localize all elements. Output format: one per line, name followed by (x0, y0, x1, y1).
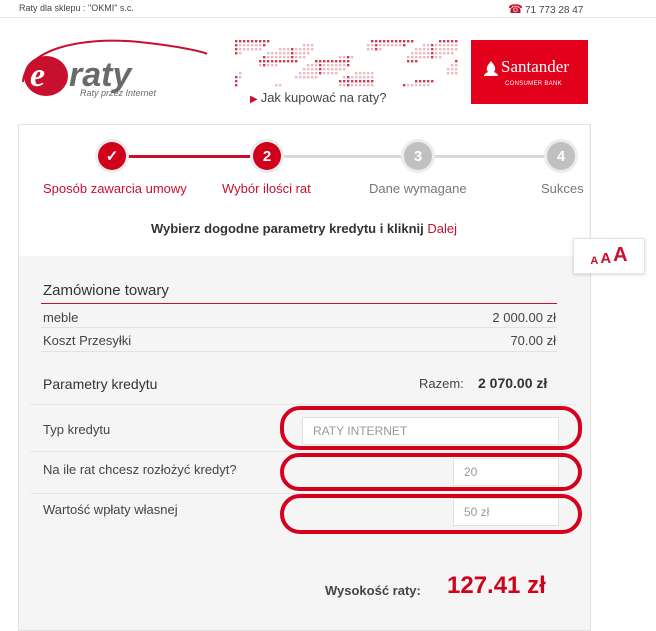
row-divider (41, 351, 557, 352)
step-4-label: Sukces (541, 181, 584, 196)
step-3-label: Dane wymagane (369, 181, 467, 196)
instruction-text: Wybierz dogodne parametry kredytu i klik… (150, 221, 458, 236)
installments-label: Na ile rat chcesz rozłożyć kredyt? (43, 462, 237, 477)
ordered-goods-title: Zamówione towary (43, 282, 169, 299)
bank-subtitle: CONSUMER BANK (505, 81, 562, 87)
step-1-label: Sposób zawarcia umowy (43, 181, 187, 196)
divider (0, 17, 656, 18)
font-small-button[interactable]: A (590, 255, 598, 267)
credit-params-title: Parametry kredytu (43, 376, 158, 392)
howto-link[interactable]: ▶ Jak kupować na raty? (250, 90, 386, 105)
section-divider (41, 303, 557, 304)
highlight-oval (280, 406, 582, 450)
play-arrow-icon: ▶ (250, 94, 258, 105)
svg-text:e: e (30, 57, 45, 94)
logo-tagline: Raty przez Internet (80, 88, 157, 98)
world-map-graphic (233, 38, 461, 88)
font-medium-button[interactable]: A (600, 250, 611, 267)
row-divider (30, 404, 575, 405)
step-1-circle: ✓ (98, 142, 126, 170)
shipping-price: 70.00 zł (510, 333, 556, 348)
item-price: 2 000.00 zł (492, 310, 556, 325)
highlight-oval (280, 494, 582, 534)
santander-logo: Santander CONSUMER BANK (471, 40, 588, 104)
phone-number: ☎ 71 773 28 47 (508, 2, 584, 16)
progress-line-done (114, 155, 268, 158)
step-2-label: Wybór ilości rat (222, 181, 311, 196)
step-4-circle: 4 (547, 142, 575, 170)
rate-label: Wysokość raty: (325, 583, 421, 598)
store-name: Raty dla sklepu : "OKMI" s.c. (19, 3, 134, 13)
bank-name: Santander (501, 57, 569, 76)
item-name: meble (43, 310, 79, 325)
step-3-circle: 3 (404, 142, 432, 170)
total-value: 2 070.00 zł (478, 375, 548, 391)
row-divider (41, 327, 557, 328)
step-2-circle: 2 (253, 142, 281, 170)
down-payment-label: Wartość wpłaty własnej (43, 502, 178, 517)
credit-type-label: Typ kredytu (43, 422, 111, 437)
total-label: Razem: (419, 376, 464, 391)
dalej-link[interactable]: Dalej (427, 221, 457, 236)
row-divider (30, 451, 575, 452)
font-large-button[interactable]: A (613, 244, 627, 267)
flame-icon (484, 61, 498, 76)
phone-icon: ☎ (508, 2, 523, 16)
font-size-switcher: A A A (573, 238, 645, 274)
shipping-label: Koszt Przesyłki (43, 333, 132, 348)
rate-value: 127.41 zł (447, 572, 546, 599)
highlight-oval (280, 453, 582, 491)
